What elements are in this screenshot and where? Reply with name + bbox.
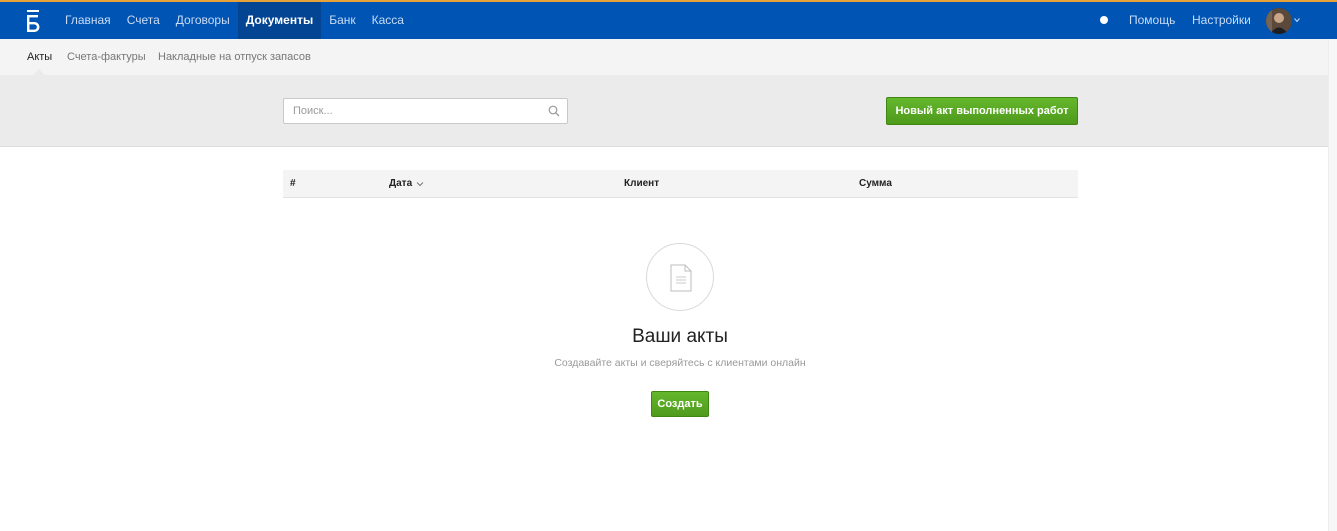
empty-state-icon-circle [646, 243, 714, 311]
top-navbar: Главная Счета Договоры Документы Банк Ка… [0, 0, 1337, 39]
search-icon[interactable] [548, 105, 560, 117]
nav-item-invoices[interactable]: Счета [119, 2, 168, 39]
scrollbar[interactable] [1328, 39, 1337, 531]
empty-state-subtitle: Создавайте акты и сверяйтесь с клиентами… [554, 357, 806, 369]
nav-item-contracts[interactable]: Договоры [168, 2, 238, 39]
search-input[interactable] [283, 98, 568, 124]
nav-item-documents[interactable]: Документы [237, 2, 322, 39]
empty-state-title: Ваши акты [632, 326, 728, 347]
settings-link[interactable]: Настройки [1192, 2, 1251, 39]
nav-item-home[interactable]: Главная [57, 2, 119, 39]
toolbar: Новый акт выполненных работ [0, 75, 1337, 147]
avatar[interactable] [1266, 8, 1292, 34]
nav-item-bank[interactable]: Банк [321, 2, 363, 39]
column-header-sum[interactable]: Сумма [859, 170, 892, 198]
column-header-date[interactable]: Дата [389, 170, 412, 198]
tab-invoice-facturas[interactable]: Счета-фактуры [67, 39, 146, 75]
chevron-down-icon[interactable] [1294, 17, 1300, 23]
help-link[interactable]: Помощь [1129, 2, 1175, 39]
document-icon [670, 264, 692, 292]
notification-dot-icon[interactable] [1100, 16, 1108, 24]
create-button[interactable]: Создать [651, 391, 709, 417]
tab-waybills[interactable]: Накладные на отпуск запасов [158, 39, 311, 75]
main-nav: Главная Счета Договоры Документы Банк Ка… [57, 2, 412, 39]
new-act-button[interactable]: Новый акт выполненных работ [886, 97, 1078, 125]
column-header-client[interactable]: Клиент [624, 170, 659, 198]
table-header: # Дата Клиент Сумма [283, 170, 1078, 198]
column-header-number[interactable]: # [290, 170, 296, 198]
avatar-photo-icon [1266, 8, 1292, 34]
sort-chevron-down-icon[interactable] [416, 181, 424, 187]
logo-icon[interactable] [26, 10, 40, 32]
sub-nav: Акты Счета-фактуры Накладные на отпуск з… [0, 39, 1337, 75]
nav-item-cash[interactable]: Касса [364, 2, 412, 39]
